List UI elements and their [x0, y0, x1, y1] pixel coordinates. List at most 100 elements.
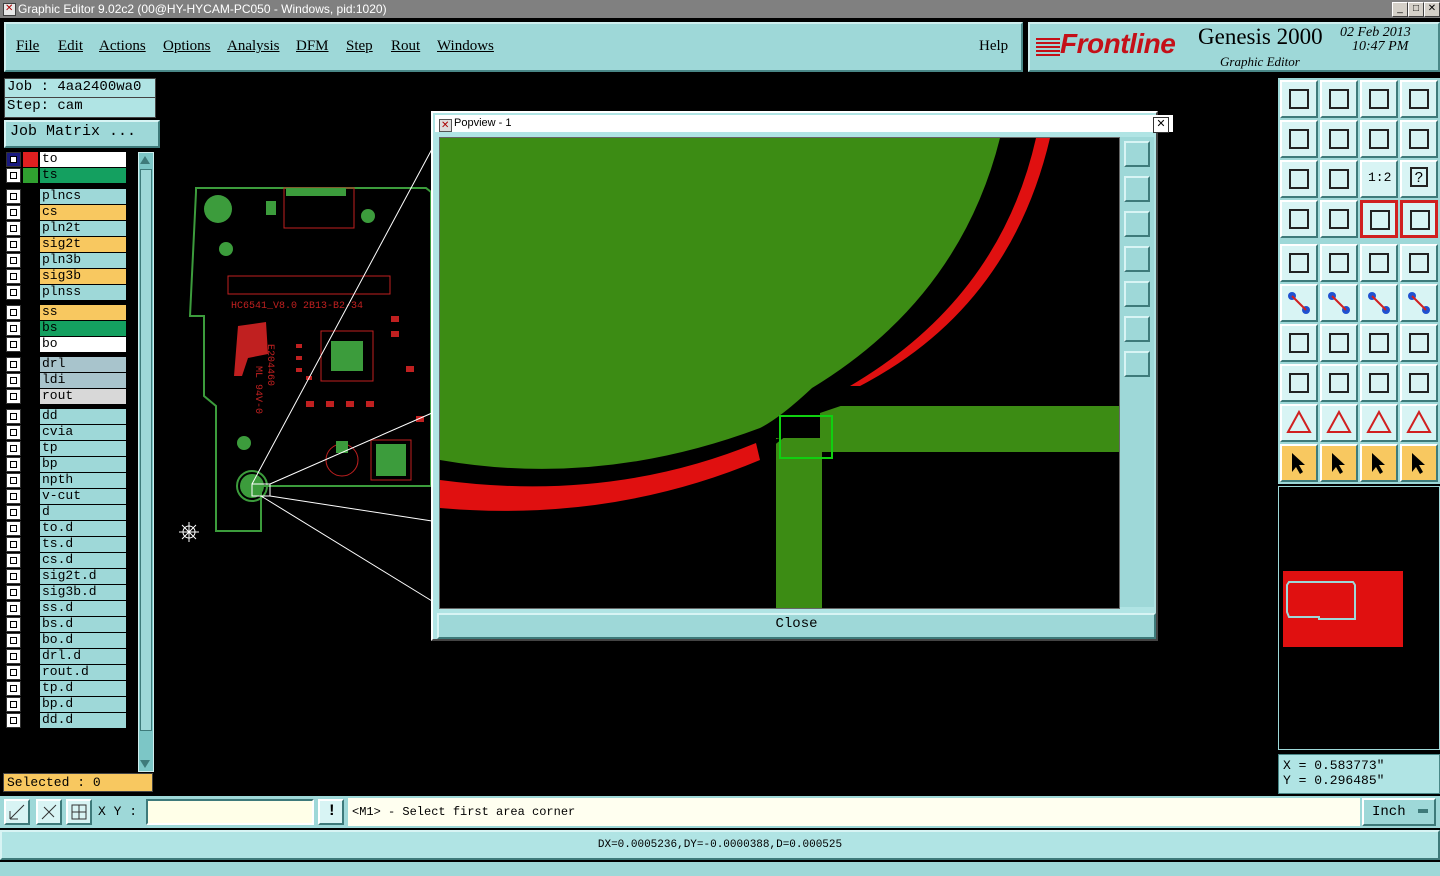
layer-name[interactable]: tp.d [40, 681, 126, 696]
snap-icon[interactable] [4, 799, 30, 825]
layer-checkbox[interactable] [6, 152, 21, 167]
layer-checkbox[interactable] [6, 337, 21, 352]
layer-name[interactable]: bp.d [40, 697, 126, 712]
layer-checkbox[interactable] [6, 409, 21, 424]
layer-name[interactable]: drl.d [40, 649, 126, 664]
triangle-line-icon[interactable] [1320, 404, 1358, 442]
job-matrix-button[interactable]: Job Matrix ... [4, 120, 160, 148]
popview-zoom-in-icon[interactable] [1124, 316, 1150, 342]
layer-name[interactable]: ss.d [40, 601, 126, 616]
layer-row-rout[interactable]: rout [4, 389, 126, 404]
layer-name[interactable]: cvia [40, 425, 126, 440]
menu-windows[interactable]: Windows [437, 38, 494, 55]
overview-map[interactable] [1278, 486, 1440, 750]
triangle-bold-icon[interactable] [1360, 404, 1398, 442]
layer-name[interactable]: bo [40, 337, 126, 352]
layer-checkbox[interactable] [6, 665, 21, 680]
layer-name[interactable]: bo.d [40, 633, 126, 648]
layer-checkbox[interactable] [6, 489, 21, 504]
layer-name[interactable]: v-cut [40, 489, 126, 504]
layer-name[interactable]: ts.d [40, 537, 126, 552]
layer-row-bs[interactable]: bs [4, 321, 126, 336]
layer-name[interactable]: ss [40, 305, 126, 320]
layer-name[interactable]: dd.d [40, 713, 126, 728]
layer-name[interactable]: pln3b [40, 253, 126, 268]
layer-checkbox[interactable] [6, 537, 21, 552]
layer-row-rout.d[interactable]: rout.d [4, 665, 126, 680]
layer-row-tp.d[interactable]: tp.d [4, 681, 126, 696]
zoom-home-icon[interactable] [1320, 160, 1358, 198]
layer-checkbox[interactable] [6, 473, 21, 488]
layer-row-cvia[interactable]: cvia [4, 425, 126, 440]
layer-checkbox[interactable] [6, 205, 21, 220]
pad-icon[interactable] [1400, 244, 1438, 282]
layer-diff-icon[interactable] [1400, 200, 1438, 238]
layer-name[interactable]: drl [40, 357, 126, 372]
layer-row-d[interactable]: d [4, 505, 126, 520]
layer-compare-icon[interactable] [1360, 200, 1398, 238]
scroll-up-icon[interactable] [139, 154, 151, 166]
layer-checkbox[interactable] [6, 553, 21, 568]
layer-row-dd[interactable]: dd [4, 409, 126, 424]
layer-name[interactable]: cs.d [40, 553, 126, 568]
layer-checkbox[interactable] [6, 681, 21, 696]
layer-row-ss[interactable]: ss [4, 305, 126, 320]
popview-close-button[interactable]: Close [437, 613, 1156, 639]
layer-name[interactable]: rout [40, 389, 126, 404]
layer-row-pln2t[interactable]: pln2t [4, 221, 126, 236]
popview-pan-down-icon[interactable] [1124, 211, 1150, 237]
grid-icon[interactable] [66, 799, 92, 825]
layer-row-ts[interactable]: ts [4, 168, 126, 183]
split-line-icon[interactable] [1320, 364, 1358, 402]
layer-name[interactable]: sig2t.d [40, 569, 126, 584]
arc-icon[interactable] [1360, 324, 1398, 362]
layer-name[interactable]: sig3b [40, 269, 126, 284]
scroll-thumb[interactable] [140, 169, 152, 731]
layer-row-drl.d[interactable]: drl.d [4, 649, 126, 664]
zoom-fit-icon[interactable] [1280, 160, 1318, 198]
connect-icon[interactable] [1280, 284, 1318, 322]
menu-actions[interactable]: Actions [99, 38, 146, 55]
menu-dfm[interactable]: DFM [296, 38, 329, 55]
layer-row-cs[interactable]: cs [4, 205, 126, 220]
layer-row-ss.d[interactable]: ss.d [4, 601, 126, 616]
layer-name[interactable]: rout.d [40, 665, 126, 680]
popview-pan-up-icon[interactable] [1124, 176, 1150, 202]
scroll-down-icon[interactable] [139, 758, 151, 770]
ruler-icon[interactable] [1360, 244, 1398, 282]
layer-row-dd.d[interactable]: dd.d [4, 713, 126, 728]
close-window-button[interactable]: ✕ [1424, 2, 1440, 17]
popview-canvas[interactable] [439, 137, 1120, 609]
layer-checkbox[interactable] [6, 441, 21, 456]
layer-checkbox[interactable] [6, 285, 21, 300]
layer-row-cs.d[interactable]: cs.d [4, 553, 126, 568]
layer-name[interactable]: sig3b.d [40, 585, 126, 600]
fence-icon[interactable] [1400, 324, 1438, 362]
layer-name[interactable]: ldi [40, 373, 126, 388]
layer-row-drl[interactable]: drl [4, 357, 126, 372]
layer-checkbox[interactable] [6, 617, 21, 632]
rotate-icon[interactable] [1360, 120, 1398, 158]
line-angle-icon[interactable] [1280, 324, 1318, 362]
alert-button[interactable]: ! [318, 799, 344, 825]
step-out-icon[interactable] [1320, 120, 1358, 158]
menu-options[interactable]: Options [163, 38, 211, 55]
layer-row-bs.d[interactable]: bs.d [4, 617, 126, 632]
layer-name[interactable]: bs.d [40, 617, 126, 632]
layer-checkbox[interactable] [6, 269, 21, 284]
layer-name[interactable]: bs [40, 321, 126, 336]
menu-analysis[interactable]: Analysis [227, 38, 280, 55]
pointer-route-icon[interactable] [1400, 444, 1438, 482]
menu-help[interactable]: Help [979, 38, 1008, 55]
menu-rout[interactable]: Rout [391, 38, 420, 55]
layer-name[interactable]: d [40, 505, 126, 520]
layer-checkbox[interactable] [6, 373, 21, 388]
layer-row-ldi[interactable]: ldi [4, 373, 126, 388]
layer-checkbox[interactable] [6, 585, 21, 600]
layer-row-bo[interactable]: bo [4, 337, 126, 352]
menu-file[interactable]: File [16, 38, 39, 55]
layer-row-to.d[interactable]: to.d [4, 521, 126, 536]
add-pad-icon[interactable] [1360, 284, 1398, 322]
mirror-icon[interactable] [1400, 120, 1438, 158]
triangle-icon[interactable] [1280, 404, 1318, 442]
